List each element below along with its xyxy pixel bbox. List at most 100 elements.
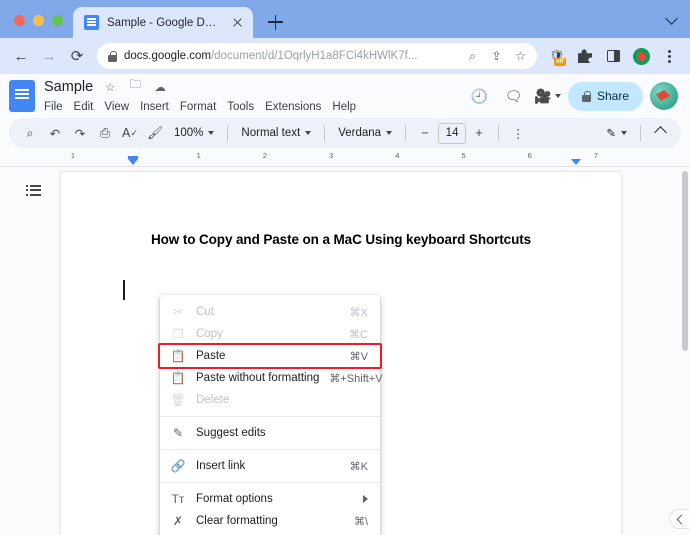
context-menu-item-shortcut: ⌘V — [349, 350, 368, 363]
back-button[interactable]: ← — [8, 43, 34, 69]
undo-icon[interactable]: ↶ — [43, 121, 67, 145]
context-menu-item-shortcut: ⌘+Shift+V — [329, 372, 383, 385]
zoom-level-value: 100% — [174, 127, 204, 139]
text-cursor — [123, 280, 125, 300]
tab-title: Sample - Google Docs — [107, 16, 222, 29]
more-toolbar-options-button[interactable]: ⋮ — [506, 121, 530, 145]
chevron-up-icon — [654, 127, 666, 139]
menu-insert[interactable]: Insert — [140, 101, 169, 113]
menu-format[interactable]: Format — [180, 101, 216, 113]
panel-glyph — [606, 50, 620, 62]
address-bar[interactable]: docs.google.com/document/d/1OqrlyH1a8FCi… — [97, 43, 537, 69]
format-options-icon: Tт — [171, 492, 185, 506]
comments-icon[interactable]: 🗨 — [500, 83, 527, 110]
menu-edit[interactable]: Edit — [74, 101, 94, 113]
font-family-dropdown[interactable]: Verdana — [332, 121, 398, 145]
ruler-number: 1 — [196, 151, 201, 160]
context-menu-item-shortcut: ⌘K — [349, 460, 368, 473]
search-icon[interactable]: ⌕ — [464, 48, 481, 65]
right-indent-marker[interactable] — [571, 159, 582, 165]
decrease-font-size-button[interactable]: − — [413, 121, 437, 145]
ruler-number: 5 — [461, 151, 466, 160]
lock-icon — [108, 50, 117, 62]
print-icon[interactable]: ⎙ — [93, 121, 117, 145]
close-window-button[interactable] — [14, 15, 25, 26]
document-title[interactable]: Sample — [44, 79, 93, 95]
docs-logo-icon[interactable] — [9, 80, 35, 112]
share-button[interactable]: Share — [567, 81, 643, 111]
star-icon[interactable]: ☆ — [102, 79, 118, 95]
context-menu-item-format-options[interactable]: Tт Format options — [160, 488, 380, 510]
redo-icon[interactable]: ↷ — [68, 121, 92, 145]
context-menu-separator — [160, 416, 380, 417]
font-size-input[interactable]: 14 — [438, 122, 467, 144]
tab-strip: Sample - Google Docs — [0, 0, 690, 38]
profile-avatar-icon[interactable] — [628, 43, 654, 69]
bookmark-star-icon[interactable]: ☆ — [512, 48, 529, 65]
move-folder-icon[interactable]: 🗀 — [127, 79, 143, 95]
spellcheck-icon[interactable]: A ✓ — [118, 121, 142, 145]
ruler-number: 2 — [262, 151, 268, 160]
context-menu-item-label: Copy — [196, 328, 223, 340]
toolbar-divider — [640, 125, 641, 141]
paragraph-style-value: Normal text — [241, 127, 301, 139]
user-avatar[interactable] — [650, 82, 678, 110]
context-menu-item-insert-link[interactable]: 🔗 Insert link ⌘K — [160, 455, 380, 477]
editing-mode-dropdown[interactable]: ✎ — [600, 121, 633, 145]
search-icon[interactable]: ⌕ — [18, 121, 42, 145]
context-menu-item-paste[interactable]: 📋 Paste ⌘V — [158, 343, 382, 369]
cloud-saved-icon[interactable]: ☁ — [152, 79, 168, 95]
menu-extensions[interactable]: Extensions — [265, 101, 321, 113]
close-tab-icon[interactable] — [230, 15, 245, 30]
chrome-menu-icon[interactable] — [656, 43, 682, 69]
context-menu-item-shortcut: ⌘\ — [353, 515, 368, 528]
docs-toolbar: ⌕ ↶ ↷ ⎙ A ✓ 🖌 100% Normal text Verdana − … — [9, 118, 681, 148]
document-ruler[interactable]: 1 1 2 3 4 5 6 7 — [0, 151, 690, 167]
context-menu-item-label: Clear formatting — [196, 515, 278, 527]
context-menu-item-cut[interactable]: ✂ Cut ⌘X — [160, 301, 380, 323]
context-menu-separator — [160, 482, 380, 483]
toolbar-divider — [498, 125, 500, 141]
context-menu-item-label: Cut — [196, 306, 214, 318]
increase-font-size-button[interactable]: + — [467, 121, 491, 145]
collapse-panel-button[interactable] — [669, 509, 689, 529]
share-label: Share — [596, 89, 629, 103]
vertical-scrollbar[interactable] — [682, 171, 688, 351]
url-host: docs.google.com — [124, 50, 211, 62]
new-tab-button[interactable] — [261, 8, 289, 36]
adblock-extension-icon[interactable]: 🛡 off — [544, 43, 570, 69]
side-panel-icon[interactable] — [600, 43, 626, 69]
tab-search-button[interactable] — [666, 11, 690, 38]
context-menu-item-delete[interactable]: 🗑 Delete — [160, 389, 380, 411]
paragraph-style-dropdown[interactable]: Normal text — [235, 121, 317, 145]
context-menu-item-label: Delete — [196, 394, 230, 406]
forward-button[interactable]: → — [36, 43, 62, 69]
share-icon[interactable]: ⇪ — [488, 48, 505, 65]
menu-help[interactable]: Help — [332, 101, 356, 113]
join-call-icon[interactable]: 🎥 — [534, 83, 561, 110]
context-menu-item-shortcut: ⌘X — [349, 306, 368, 319]
document-outline-button[interactable] — [22, 179, 44, 201]
context-menu-item-label: Suggest edits — [196, 427, 266, 439]
context-menu-item-copy[interactable]: ❐ Copy ⌘C — [160, 323, 380, 345]
zoom-level-dropdown[interactable]: 100% — [168, 121, 220, 145]
maximize-window-button[interactable] — [52, 15, 63, 26]
menu-tools[interactable]: Tools — [227, 101, 254, 113]
docs-title-row: Sample ☆ 🗀 ☁ — [44, 77, 466, 97]
context-menu-item-clear-formatting[interactable]: ✗ Clear formatting ⌘\ — [160, 510, 380, 532]
page-heading: How to Copy and Paste on a MaC Using key… — [150, 232, 532, 247]
reload-button[interactable]: ⟳ — [64, 43, 90, 69]
collapse-toolbar-button[interactable] — [648, 121, 672, 145]
browser-tab[interactable]: Sample - Google Docs — [73, 7, 253, 38]
font-family-value: Verdana — [338, 127, 382, 139]
paint-format-icon[interactable]: 🖌 — [143, 121, 167, 145]
context-menu-item-label: Paste — [196, 350, 226, 362]
version-history-icon[interactable]: 🕘 — [466, 83, 493, 110]
extensions-puzzle-icon[interactable] — [572, 43, 598, 69]
menu-file[interactable]: File — [44, 101, 63, 113]
menu-view[interactable]: View — [104, 101, 129, 113]
context-menu-item-paste-without-formatting[interactable]: 📋 Paste without formatting ⌘+Shift+V — [160, 367, 383, 389]
context-menu-item-suggest-edits[interactable]: ✎ Suggest edits — [160, 422, 380, 444]
left-indent-marker[interactable] — [127, 156, 138, 165]
minimize-window-button[interactable] — [33, 15, 44, 26]
